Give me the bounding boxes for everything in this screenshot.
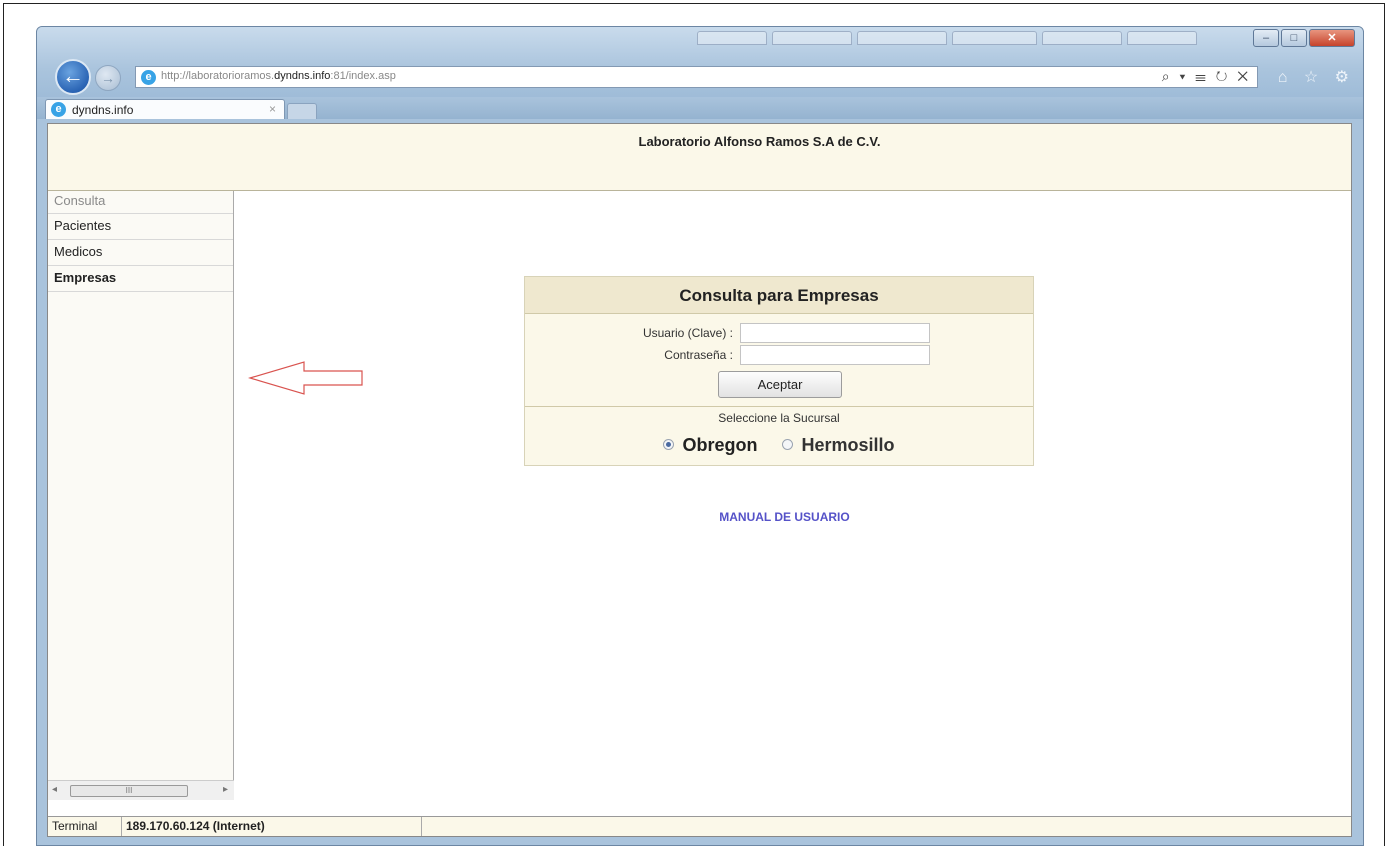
minimize-button[interactable]: – [1253,29,1279,47]
ie-page-icon: e [141,70,156,85]
tab-title: dyndns.info [72,103,134,117]
sidebar: Consulta Pacientes Medicos Empresas ◂ II… [48,191,234,800]
forward-arrow-icon: → [101,70,115,86]
sidebar-item-medicos[interactable]: Medicos [48,240,233,266]
browser-window: – □ ✕ ← → e http://laboratorioramos.dynd… [36,26,1364,846]
branch-prompt: Seleccione la Sucursal [718,411,840,425]
branch-option-hermosillo[interactable]: Hermosillo [782,435,895,456]
branch-label-obregon: Obregon [682,435,758,455]
user-input[interactable] [740,323,930,343]
tab-ie-icon: e [51,102,66,117]
status-bar: Terminal 189.170.60.124 (Internet) [48,816,1351,836]
tab-active[interactable]: e dyndns.info × [45,99,285,119]
ghost-tab [952,31,1037,45]
panel-divider [525,406,1033,407]
branch-radio-group: Obregon Hermosillo [525,435,1033,456]
status-terminal-label: Terminal [48,817,122,836]
tab-close-icon[interactable]: × [269,102,276,116]
back-button[interactable]: ← [55,59,91,95]
site-header: Laboratorio Alfonso Ramos S.A de C.V. [48,124,1351,191]
radio-selected-icon[interactable] [663,439,675,451]
ghost-tab [697,31,767,45]
login-panel: Consulta para Empresas Usuario (Clave) :… [524,276,1034,466]
panel-title: Consulta para Empresas [525,277,1033,314]
branch-label-hermosillo: Hermosillo [801,435,895,455]
manual-link[interactable]: MANUAL DE USUARIO [48,510,1351,524]
ghost-tab [1127,31,1197,45]
scroll-right-icon[interactable]: ▸ [223,784,228,795]
close-button[interactable]: ✕ [1309,29,1355,47]
tab-strip: e dyndns.info × [37,97,1363,119]
address-bar[interactable]: e http://laboratorioramos.dyndns.info:81… [135,66,1258,88]
sidebar-item-empresas[interactable]: Empresas [48,266,233,292]
forward-button[interactable]: → [95,65,121,91]
password-label: Contraseña : [664,348,733,362]
maximize-button[interactable]: □ [1281,29,1307,47]
scroll-thumb[interactable]: III [70,785,188,797]
accept-button[interactable]: Aceptar [718,371,842,398]
sidebar-item-pacientes[interactable]: Pacientes [48,214,233,240]
address-tools-icons[interactable]: ⌕ ▾ ☰ ↻ ✕ [1162,68,1251,85]
sidebar-horizontal-scrollbar[interactable]: ◂ III ▸ [48,780,234,800]
password-input[interactable] [740,345,930,365]
title-bar: – □ ✕ ← → e http://laboratorioramos.dynd… [37,27,1363,97]
status-ip: 189.170.60.124 (Internet) [122,817,422,836]
new-tab-button[interactable] [287,103,317,119]
back-arrow-icon: ← [62,63,84,88]
page-title: Laboratorio Alfonso Ramos S.A de C.V. [638,134,881,149]
ghost-tab [772,31,852,45]
url-text[interactable]: http://laboratorioramos.dyndns.info:81/i… [161,70,396,82]
scroll-left-icon[interactable]: ◂ [52,784,57,795]
sidebar-item-consulta[interactable]: Consulta [48,191,233,214]
window-controls: – □ ✕ [1253,29,1355,47]
user-label: Usuario (Clave) : [642,326,733,340]
branch-option-obregon[interactable]: Obregon [663,435,757,456]
annotation-arrow-icon [248,361,363,395]
home-favorites-settings-icons[interactable]: ⌂ ☆ ⚙ [1278,67,1355,87]
ghost-tab [857,31,947,45]
page-content: Laboratorio Alfonso Ramos S.A de C.V. Co… [47,123,1352,837]
radio-unselected-icon[interactable] [782,439,794,451]
ghost-tab [1042,31,1122,45]
